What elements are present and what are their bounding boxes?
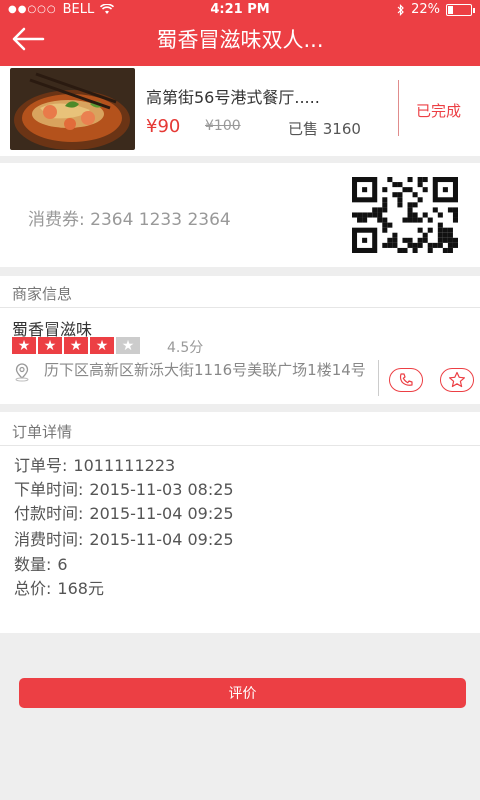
order-status: 已完成 — [416, 102, 462, 120]
section-divider — [0, 445, 480, 446]
order-line-value: 1011111223 — [73, 456, 176, 475]
call-button[interactable] — [389, 368, 423, 392]
order-line-value: 2015-11-03 08:25 — [89, 480, 234, 499]
order-line-label: 下单时间: — [14, 480, 84, 499]
favorite-button[interactable] — [440, 368, 474, 392]
rating-star-icon: ★ — [12, 337, 36, 354]
rating-score: 4.5分 — [167, 340, 204, 356]
product-price: ¥90 — [146, 116, 181, 137]
status-divider — [398, 80, 399, 136]
product-image — [10, 68, 135, 150]
status-bar: ●●○○○ BELL 4:21 PM 22% — [0, 0, 480, 20]
order-line-value: 168元 — [57, 579, 104, 598]
star-icon — [449, 371, 465, 388]
action-divider — [378, 360, 379, 396]
order-line-label: 订单号: — [14, 456, 68, 475]
order-card: 订单详情 订单号: 1011111223 下单时间: 2015-11-03 08:2… — [0, 412, 480, 633]
sold-count: 已售 3160 — [288, 120, 361, 138]
order-line-use-time: 消费时间: 2015-11-04 09:25 — [14, 526, 234, 550]
bluetooth-icon — [397, 3, 404, 16]
header-bar: ●●○○○ BELL 4:21 PM 22% 蜀香冒滋味双人... — [0, 0, 480, 66]
section-divider — [0, 307, 480, 308]
order-line-value: 2015-11-04 09:25 — [89, 504, 234, 523]
order-line-pay-time: 付款时间: 2015-11-04 09:25 — [14, 500, 234, 524]
product-name: 高第街56号港式餐厅..... — [146, 88, 320, 107]
order-line-label: 付款时间: — [14, 504, 84, 523]
merchant-address: 历下区高新区新泺大街1116号美联广场1楼14号 — [44, 361, 366, 379]
order-line-total: 总价: 168元 — [14, 575, 104, 599]
product-original-price: ¥100 — [205, 118, 241, 134]
order-line-number: 订单号: 1011111223 — [14, 452, 175, 476]
battery-percent: 22% — [411, 2, 440, 17]
merchant-card: 商家信息 蜀香冒滋味 ★ ★ ★ ★ ★ 4.5分 历下区高新区新泺大街1116号美联广… — [0, 276, 480, 404]
voucher-card: 消费券: 2364 1233 2364 — [0, 163, 480, 267]
order-section-title: 订单详情 — [12, 423, 73, 441]
battery-icon — [446, 3, 475, 16]
rating-star-icon: ★ — [38, 337, 62, 354]
order-line-quantity: 数量: 6 — [14, 551, 68, 575]
order-line-value: 2015-11-04 09:25 — [89, 530, 234, 549]
order-line-order-time: 下单时间: 2015-11-03 08:25 — [14, 476, 234, 500]
order-line-value: 6 — [57, 555, 68, 574]
page-title: 蜀香冒滋味双人... — [156, 28, 324, 52]
rating-star-icon: ★ — [116, 337, 140, 354]
merchant-section-title: 商家信息 — [12, 285, 73, 303]
order-line-label: 数量: — [14, 555, 52, 574]
order-line-label: 总价: — [14, 579, 52, 598]
product-card[interactable]: 高第街56号港式餐厅..... ¥90 ¥100 已售 3160 已完成 — [0, 66, 480, 156]
location-pin-icon — [15, 363, 29, 382]
phone-icon — [399, 373, 413, 386]
rating-star-icon: ★ — [64, 337, 88, 354]
order-line-label: 消费时间: — [14, 530, 84, 549]
rating-stars: ★ ★ ★ ★ ★ — [12, 337, 140, 354]
qr-code-icon[interactable] — [352, 177, 458, 253]
voucher-code: 消费券: 2364 1233 2364 — [28, 210, 231, 230]
status-right: 22% — [397, 2, 475, 17]
rating-star-icon: ★ — [90, 337, 114, 354]
review-button[interactable]: 评价 — [19, 678, 466, 708]
